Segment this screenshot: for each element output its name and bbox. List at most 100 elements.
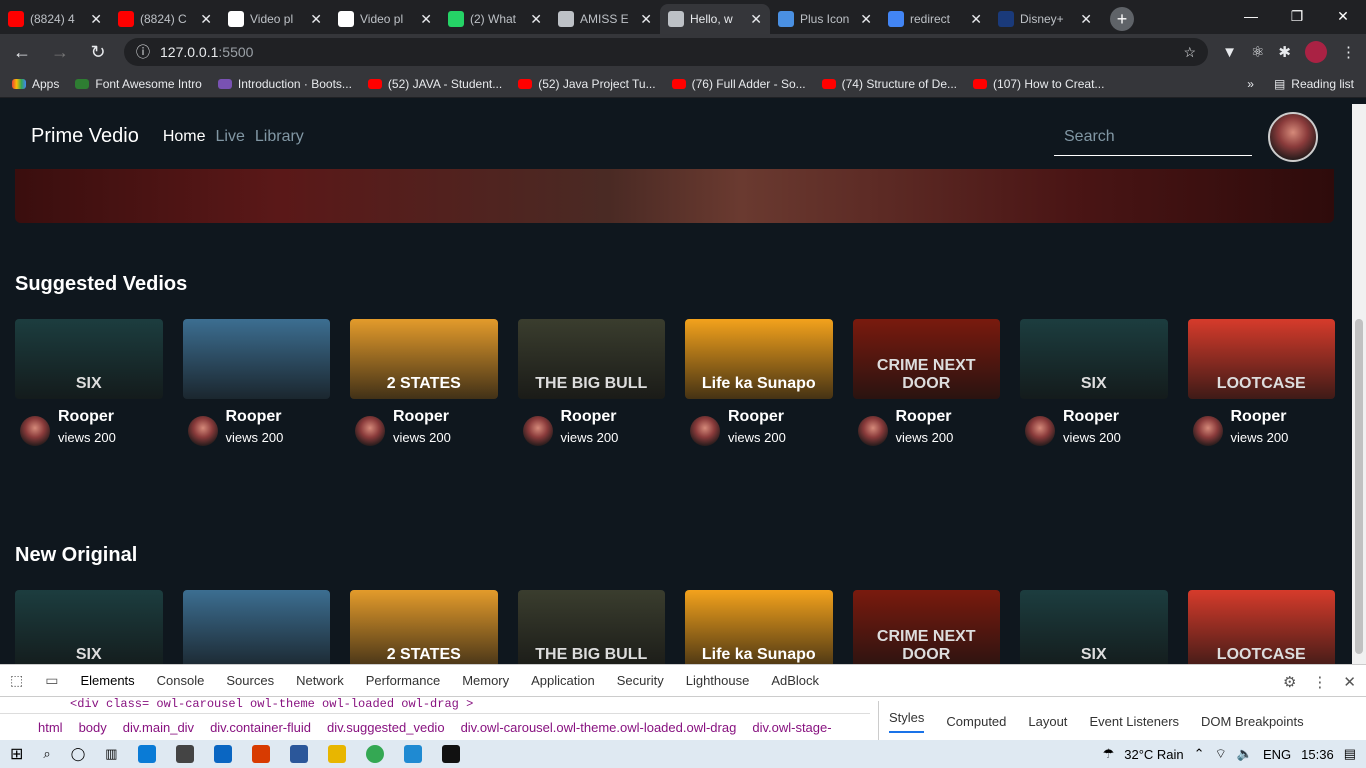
video-card[interactable]: SIX Rooper views 200 bbox=[15, 319, 163, 446]
menu-icon[interactable]: ⋮ bbox=[1341, 43, 1356, 61]
video-thumbnail[interactable]: THE BIG BULL bbox=[517, 319, 665, 399]
video-thumbnail[interactable] bbox=[182, 319, 330, 399]
forward-icon[interactable]: → bbox=[48, 42, 72, 63]
devtools-close-icon[interactable]: ✕ bbox=[1343, 673, 1356, 691]
browser-tab[interactable]: (8824) 4 ✕ bbox=[0, 4, 110, 34]
profile-avatar[interactable] bbox=[1305, 41, 1327, 63]
tab-close-icon[interactable]: ✕ bbox=[1080, 11, 1092, 28]
file-explorer-icon[interactable] bbox=[327, 745, 346, 763]
video-thumbnail[interactable]: SIX bbox=[15, 319, 163, 399]
address-bar[interactable]: ⓘ 127.0.0.1:5500 ☆ bbox=[124, 38, 1209, 66]
reload-icon[interactable]: ↻ bbox=[86, 42, 110, 63]
channel-avatar[interactable] bbox=[20, 416, 50, 446]
devtools-tab[interactable]: Console bbox=[157, 673, 205, 688]
browser-tab[interactable]: (8824) C ✕ bbox=[110, 4, 220, 34]
video-thumbnail[interactable]: LOOTCASE bbox=[1187, 590, 1335, 664]
bookmark-item[interactable]: (74) Structure of De... bbox=[821, 77, 957, 91]
network-icon[interactable]: ⌔ bbox=[1215, 746, 1227, 762]
video-card[interactable]: Life ka Sunapo bbox=[685, 590, 833, 664]
tab-close-icon[interactable]: ✕ bbox=[970, 11, 982, 28]
video-card[interactable]: THE BIG BULL Rooper views 200 bbox=[517, 319, 665, 446]
devtools-tab[interactable]: Lighthouse bbox=[686, 673, 750, 688]
video-card[interactable]: CRIME NEXT DOOR bbox=[852, 590, 1000, 664]
browser-tab[interactable]: (2) What ✕ bbox=[440, 4, 550, 34]
breadcrumb-item[interactable]: div.owl-carousel.owl-theme.owl-loaded.ow… bbox=[461, 720, 737, 735]
breadcrumb-item[interactable]: div.container-fluid bbox=[210, 720, 311, 735]
devtools-tab[interactable]: Elements bbox=[80, 673, 134, 688]
video-card[interactable]: SIX Rooper views 200 bbox=[1020, 319, 1168, 446]
styles-pane-tab[interactable]: Styles bbox=[889, 710, 925, 733]
tab-close-icon[interactable]: ✕ bbox=[310, 11, 322, 28]
search-input[interactable] bbox=[1064, 127, 1271, 146]
task-view-icon[interactable]: ▥ bbox=[105, 746, 117, 762]
hero-banner[interactable] bbox=[15, 169, 1334, 223]
tab-close-icon[interactable]: ✕ bbox=[90, 11, 102, 28]
minimize-icon[interactable]: — bbox=[1228, 0, 1274, 32]
tab-close-icon[interactable]: ✕ bbox=[750, 11, 762, 28]
channel-avatar[interactable] bbox=[187, 416, 218, 446]
breadcrumb-item[interactable]: body bbox=[79, 720, 107, 735]
terminal-icon[interactable] bbox=[441, 745, 460, 763]
bookmark-star-icon[interactable]: ☆ bbox=[1184, 44, 1197, 61]
brand-logo[interactable]: Prime Vedio bbox=[31, 125, 139, 148]
video-thumbnail[interactable]: Life ka Sunapo bbox=[685, 590, 833, 664]
more-bookmarks-icon[interactable]: » bbox=[1247, 77, 1254, 91]
bookmark-item[interactable]: Apps bbox=[12, 77, 59, 91]
video-thumbnail[interactable]: Life ka Sunapo bbox=[685, 319, 833, 399]
channel-avatar[interactable] bbox=[690, 416, 720, 446]
volume-icon[interactable]: 🔈 bbox=[1237, 746, 1253, 762]
windows-start-icon[interactable]: ⊞ bbox=[10, 744, 23, 764]
video-card[interactable]: LOOTCASE bbox=[1187, 590, 1335, 664]
browser-tab[interactable]: redirect ✕ bbox=[880, 4, 990, 34]
tab-close-icon[interactable]: ✕ bbox=[420, 11, 432, 28]
devtools-tab[interactable]: Network bbox=[296, 673, 344, 688]
back-icon[interactable]: ← bbox=[10, 42, 34, 63]
channel-avatar[interactable] bbox=[1025, 416, 1055, 446]
video-thumbnail[interactable]: CRIME NEXT DOOR bbox=[852, 319, 1000, 399]
user-avatar[interactable] bbox=[1268, 112, 1318, 162]
video-thumbnail[interactable]: LOOTCASE bbox=[1187, 319, 1335, 399]
devtools-tab[interactable]: Performance bbox=[366, 673, 440, 688]
word-icon[interactable] bbox=[289, 745, 308, 763]
devtools-tab[interactable]: AdBlock bbox=[771, 673, 819, 688]
tab-close-icon[interactable]: ✕ bbox=[200, 11, 212, 28]
browser-tab[interactable]: AMISS E ✕ bbox=[550, 4, 660, 34]
video-thumbnail[interactable] bbox=[182, 590, 330, 664]
video-card[interactable]: SIX bbox=[15, 590, 163, 664]
restore-icon[interactable]: ❐ bbox=[1274, 0, 1320, 32]
nav-live[interactable]: Live bbox=[216, 128, 245, 146]
tab-close-icon[interactable]: ✕ bbox=[860, 11, 872, 28]
browser-tab[interactable]: Plus Icon ✕ bbox=[770, 4, 880, 34]
breadcrumb-item[interactable]: div.suggested_vedio bbox=[327, 720, 445, 735]
devtools-tab[interactable]: Memory bbox=[462, 673, 509, 688]
settings-gear-icon[interactable]: ⚙ bbox=[1283, 673, 1296, 691]
video-thumbnail[interactable]: SIX bbox=[1020, 319, 1168, 399]
reading-list[interactable]: » ▤ Reading list bbox=[1247, 77, 1354, 91]
vue-devtools-icon[interactable]: ▼ bbox=[1222, 44, 1237, 61]
channel-avatar[interactable] bbox=[857, 416, 888, 446]
video-card[interactable]: THE BIG BULL bbox=[517, 590, 665, 664]
browser-tab[interactable]: Hello, w ✕ bbox=[660, 4, 770, 34]
clock[interactable]: 15:36 bbox=[1301, 747, 1334, 762]
video-card[interactable]: CRIME NEXT DOOR Rooper views 200 bbox=[852, 319, 1000, 446]
bookmark-item[interactable]: (52) JAVA - Student... bbox=[367, 77, 502, 91]
channel-avatar[interactable] bbox=[355, 416, 385, 446]
video-thumbnail[interactable]: 2 STATES bbox=[350, 590, 498, 664]
video-card[interactable]: Rooper views 200 bbox=[182, 319, 330, 446]
bookmark-item[interactable]: Font Awesome Intro bbox=[75, 77, 202, 91]
video-thumbnail[interactable]: SIX bbox=[15, 590, 163, 664]
video-card[interactable]: 2 STATES Rooper views 200 bbox=[350, 319, 498, 446]
devtools-tab[interactable]: Sources bbox=[226, 673, 274, 688]
video-card[interactable]: 2 STATES bbox=[350, 590, 498, 664]
breadcrumb-item[interactable]: div.owl-stage- bbox=[752, 720, 831, 735]
chrome-icon[interactable] bbox=[365, 745, 384, 763]
video-card[interactable]: SIX bbox=[1020, 590, 1168, 664]
search-taskbar-icon[interactable]: ⌕ bbox=[43, 746, 50, 762]
language-indicator[interactable]: ENG bbox=[1263, 747, 1291, 762]
office-icon[interactable] bbox=[251, 745, 270, 763]
channel-avatar[interactable] bbox=[522, 416, 553, 446]
nav-library[interactable]: Library bbox=[255, 128, 304, 146]
devtools-tab[interactable]: Security bbox=[617, 673, 664, 688]
weather-text[interactable]: 32°C Rain bbox=[1124, 747, 1183, 762]
styles-pane-tab[interactable]: Event Listeners bbox=[1089, 714, 1179, 729]
